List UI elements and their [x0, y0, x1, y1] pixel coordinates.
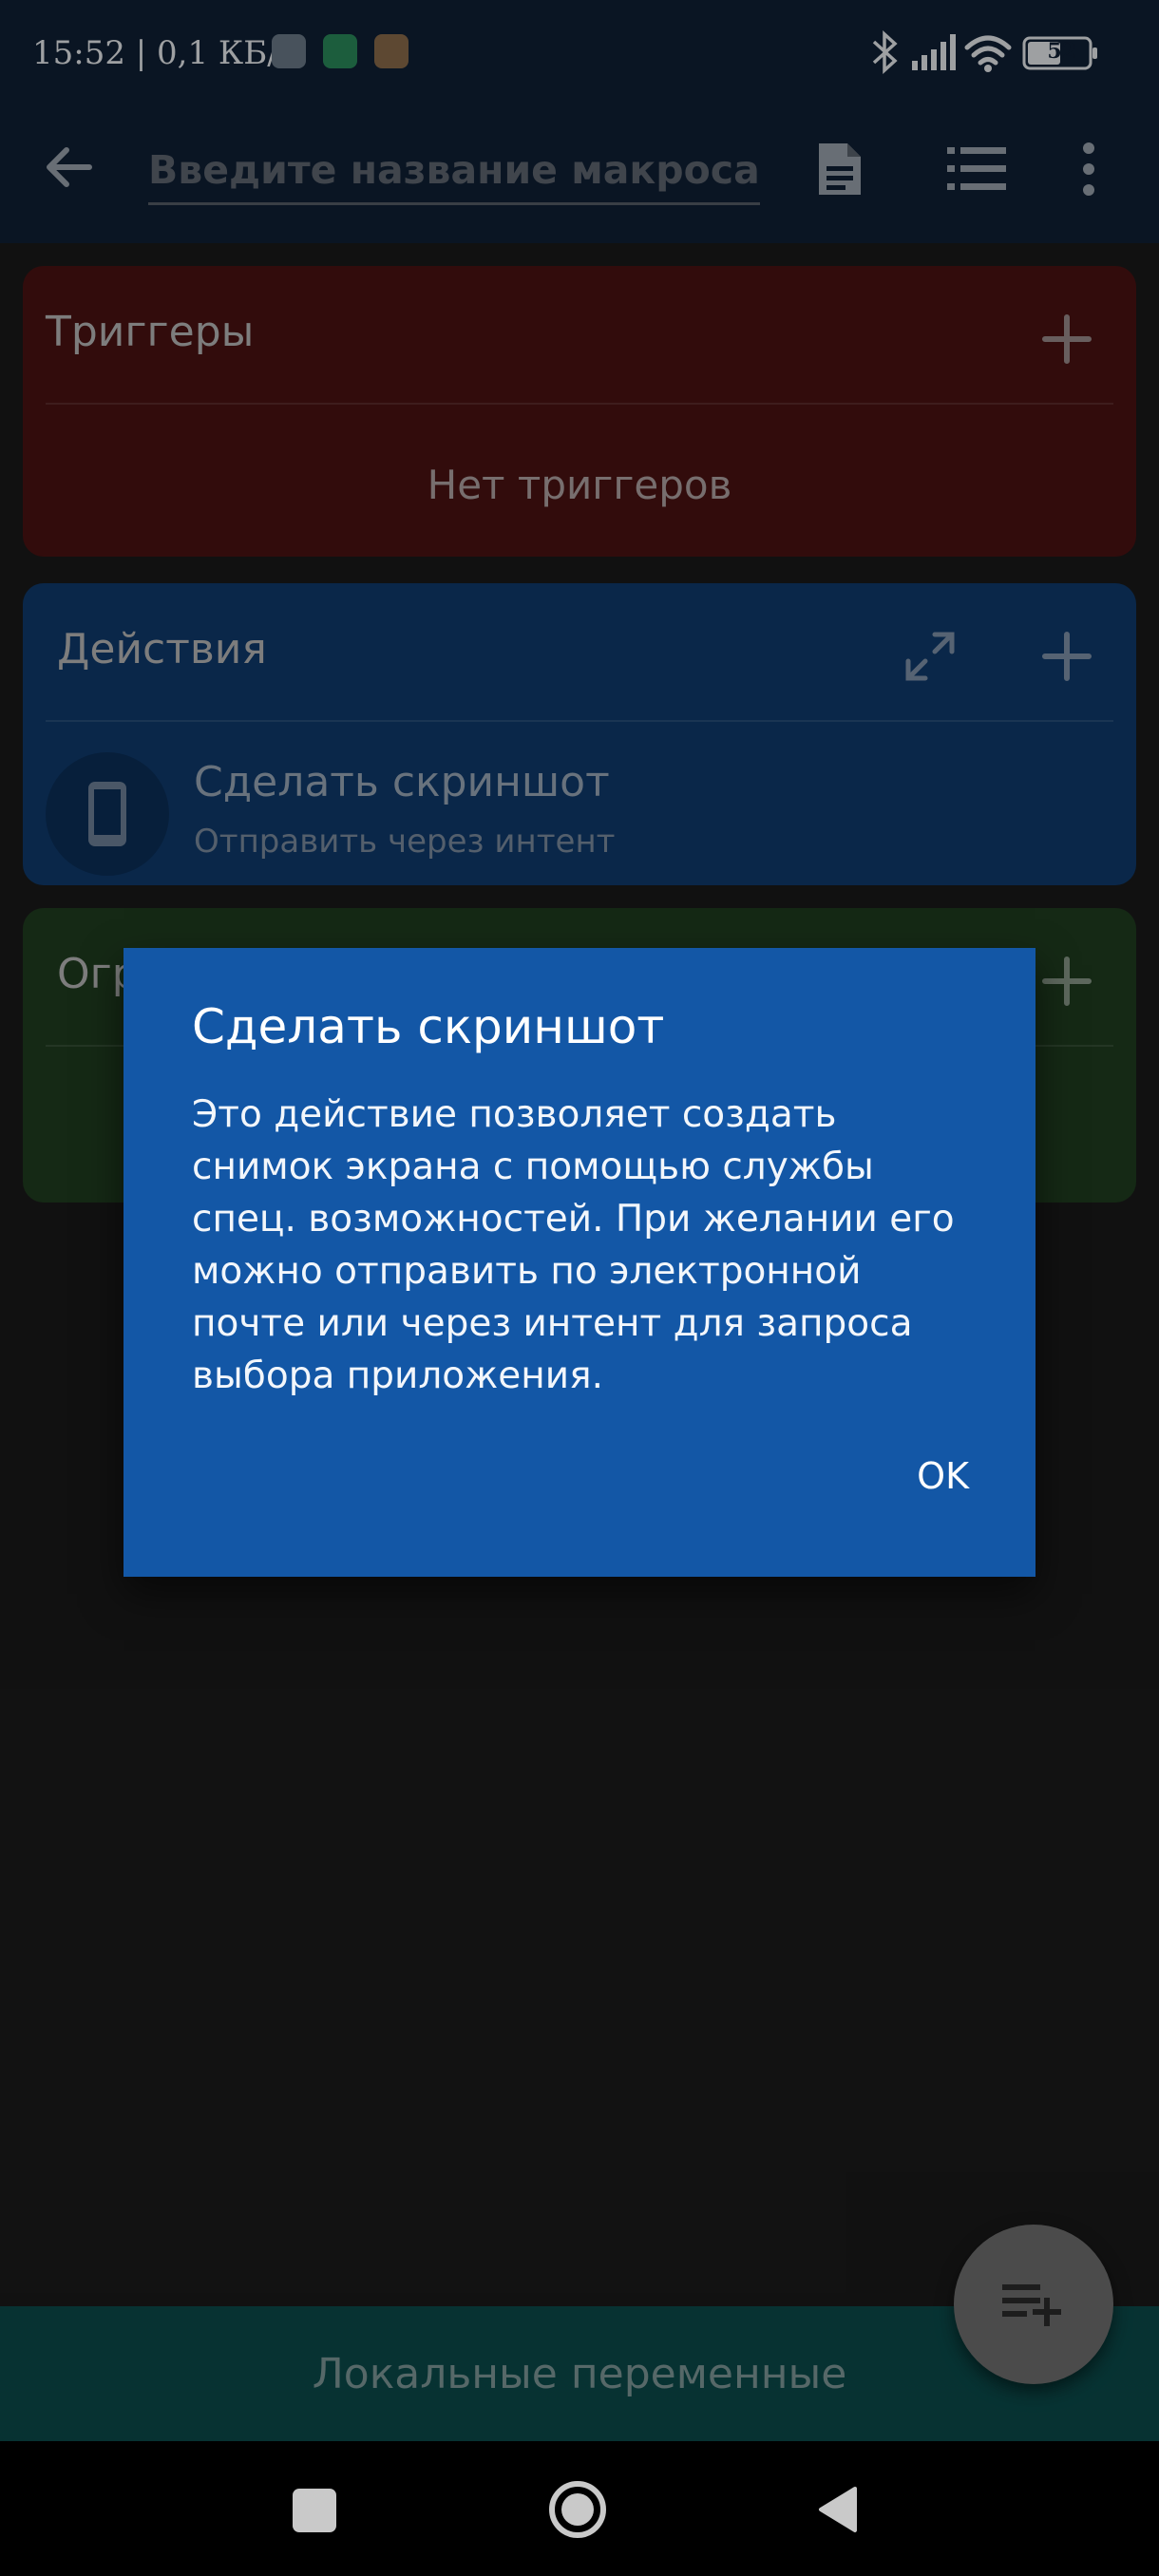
ok-button[interactable]: OK — [917, 1455, 969, 1497]
back-nav-button[interactable] — [815, 2485, 859, 2534]
info-dialog: Сделать скриншот Это действие позволяет … — [124, 948, 1036, 1577]
system-nav-bar — [0, 2441, 1159, 2576]
home-icon — [549, 2481, 606, 2538]
dialog-message: Это действие позволяет создать снимок эк… — [192, 1093, 955, 1397]
home-button[interactable] — [548, 2480, 607, 2539]
triangle-back-icon — [819, 2487, 857, 2532]
recents-button[interactable] — [293, 2489, 336, 2532]
dialog-title: Сделать скриншот — [192, 999, 665, 1054]
